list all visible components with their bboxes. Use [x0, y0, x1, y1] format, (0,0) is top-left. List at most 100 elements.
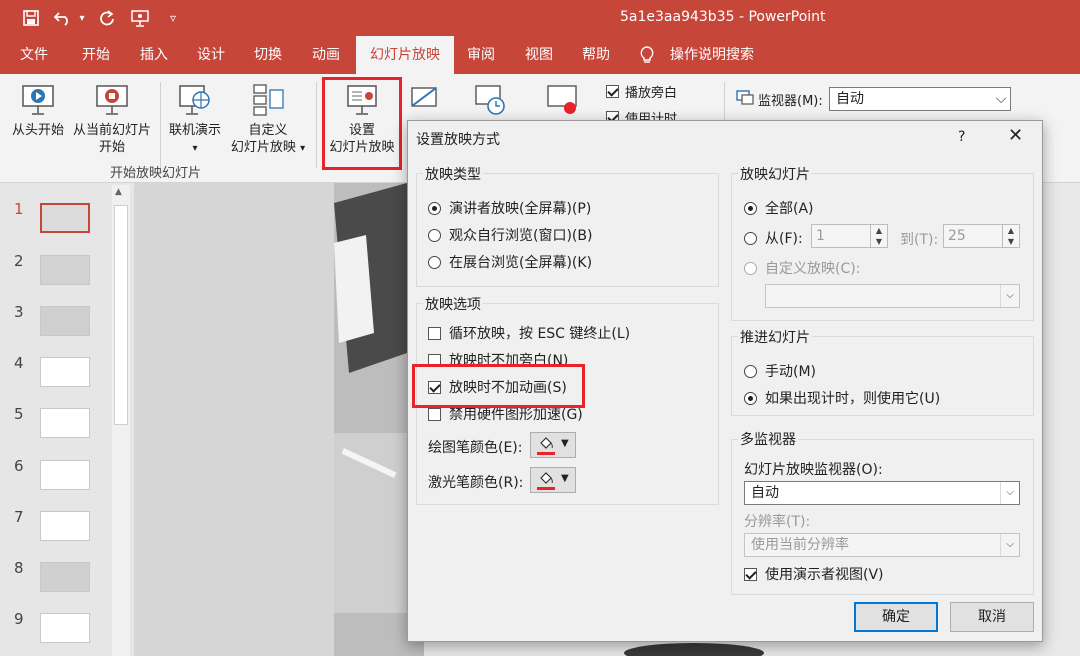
radio-button — [428, 201, 441, 215]
option-label: 使用演示者视图(V) — [765, 567, 884, 583]
option-label: 从(F): — [765, 231, 803, 247]
custom-show-dropdown[interactable]: ⌵ — [765, 284, 1020, 308]
radio-custom-show[interactable]: 自定义放映(C): — [744, 258, 860, 278]
slideshow-monitor-label: 幻灯片放映监视器(O): — [744, 462, 883, 478]
title-bar: ▾ ▿ 5a1e3aa943b35 - PowerPoint — [0, 0, 1080, 36]
group-label-start-show: 开始放映幻灯片 — [110, 166, 202, 181]
spinner-arrows-icon[interactable]: ▲ ▼ — [1002, 225, 1019, 247]
scrollbar-thumb[interactable] — [114, 205, 128, 425]
lightbulb-icon — [640, 36, 654, 74]
tab-insert[interactable]: 插入 — [140, 36, 168, 74]
tab-transitions[interactable]: 切换 — [254, 36, 282, 74]
customize-toolbar-icon[interactable]: ▿ — [166, 0, 180, 36]
radio-kiosk[interactable]: 在展台浏览(全屏幕)(K) — [428, 252, 592, 272]
undo-dropdown-icon[interactable]: ▾ — [76, 0, 88, 36]
tab-help[interactable]: 帮助 — [582, 36, 610, 74]
radio-manual-advance[interactable]: 手动(M) — [744, 361, 816, 381]
cancel-button[interactable]: 取消 — [950, 602, 1034, 632]
ribbon-divider — [160, 82, 161, 168]
play-narrations-checkbox[interactable]: 播放旁白 — [606, 82, 677, 101]
dropdown-arrow-icon: ▼ — [561, 438, 569, 449]
scroll-up-icon[interactable]: ▲ — [115, 187, 122, 197]
presenter-view-checkbox[interactable]: 使用演示者视图(V) — [744, 564, 884, 584]
present-icon[interactable] — [128, 0, 152, 36]
slide-thumbnail[interactable] — [40, 408, 90, 438]
from-current-button[interactable]: 从当前幻灯片 开始 — [70, 82, 154, 156]
slide-number: 3 — [14, 303, 24, 321]
from-slide-value: 1 — [816, 228, 825, 244]
highlight-box — [322, 77, 402, 170]
pen-color-button[interactable]: ▼ — [530, 432, 576, 458]
save-icon[interactable] — [20, 0, 42, 36]
radio-from-slides[interactable]: 从(F): — [744, 228, 803, 248]
from-slide-spinner[interactable]: 1 ▲ ▼ — [811, 224, 888, 248]
radio-use-timings[interactable]: 如果出现计时，则使用它(U) — [744, 388, 940, 408]
slideshow-monitor-dropdown[interactable]: 自动 ⌵ — [744, 481, 1020, 505]
spinner-arrows-icon[interactable]: ▲ ▼ — [870, 225, 887, 247]
tell-me-search[interactable]: 操作说明搜索 — [670, 36, 754, 74]
slide-thumbnail[interactable] — [40, 511, 90, 541]
custom-show-label-2: 幻灯片放映 — [230, 140, 296, 155]
from-current-label-1: 从当前幻灯片 — [72, 123, 151, 138]
undo-icon[interactable] — [52, 0, 74, 36]
laser-color-button[interactable]: ▼ — [530, 467, 576, 493]
option-label: 手动(M) — [765, 364, 817, 380]
radio-button — [744, 364, 757, 378]
radio-individual[interactable]: 观众自行浏览(窗口)(B) — [428, 225, 592, 245]
slide-thumbnail[interactable] — [40, 255, 90, 285]
group-title: 多监视器 — [738, 429, 798, 449]
tab-view[interactable]: 视图 — [525, 36, 553, 74]
close-icon[interactable]: ✕ — [1008, 125, 1023, 146]
dialog-title: 设置放映方式 — [416, 132, 500, 148]
tab-file[interactable]: 文件 — [20, 36, 48, 74]
ribbon-divider — [316, 82, 317, 168]
slide-thumbnail[interactable] — [40, 357, 90, 387]
online-present-label: 联机演示 — [168, 123, 221, 138]
custom-show-button[interactable]: 自定义 幻灯片放映 ▾ — [226, 82, 310, 157]
custom-show-label-1: 自定义 — [248, 123, 288, 138]
from-beginning-button[interactable]: 从头开始 — [8, 82, 68, 139]
slide-thumbnail[interactable] — [40, 562, 90, 592]
tab-review[interactable]: 审阅 — [467, 36, 495, 74]
chevron-down-icon: ⌵ — [1000, 285, 1019, 307]
online-present-arrow: ▾ — [192, 143, 198, 154]
redo-icon[interactable] — [96, 0, 118, 36]
slide-number: 8 — [14, 559, 24, 577]
option-label: 自定义放映(C): — [765, 261, 861, 277]
tab-design[interactable]: 设计 — [197, 36, 225, 74]
slide-number: 5 — [14, 405, 24, 423]
tab-slideshow[interactable]: 幻灯片放映 — [356, 36, 454, 74]
dropdown-arrow-icon: ▼ — [561, 473, 569, 484]
play-narrations-label: 播放旁白 — [625, 86, 678, 101]
ok-button[interactable]: 确定 — [854, 602, 938, 632]
radio-all-slides[interactable]: 全部(A) — [744, 198, 814, 218]
loop-checkbox[interactable]: 循环放映，按 ESC 键终止(L) — [428, 323, 630, 343]
slide-thumbnail-selected[interactable] — [40, 203, 90, 233]
slide-thumbnail[interactable] — [40, 613, 90, 643]
record-slideshow-button[interactable] — [540, 82, 584, 122]
tab-animations[interactable]: 动画 — [312, 36, 340, 74]
chevron-down-icon: ⌵ — [1000, 534, 1019, 556]
tab-home[interactable]: 开始 — [82, 36, 110, 74]
slide-thumbnail[interactable] — [40, 306, 90, 336]
radio-presenter[interactable]: 演讲者放映(全屏幕)(P) — [428, 198, 591, 218]
pen-color-label: 绘图笔颜色(E): — [428, 440, 523, 456]
rehearse-timings-button[interactable] — [468, 82, 512, 122]
group-title: 放映幻灯片 — [738, 164, 812, 184]
thumbnail-scrollbar[interactable]: ▲ — [112, 185, 130, 656]
resolution-dropdown[interactable]: 使用当前分辨率 ⌵ — [744, 533, 1020, 557]
slideshow-start-icon — [22, 85, 54, 115]
group-title: 放映类型 — [423, 164, 483, 184]
custom-show-arrow: ▾ — [300, 143, 306, 154]
hide-slide-button[interactable] — [404, 82, 444, 120]
help-button[interactable]: ? — [958, 129, 965, 145]
checkbox-box — [606, 85, 619, 98]
ribbon-monitor-dropdown[interactable]: 自动 ⌵ — [829, 87, 1011, 111]
option-label: 循环放映，按 ESC 键终止(L) — [449, 326, 631, 342]
slide-thumbnail[interactable] — [40, 460, 90, 490]
to-slide-spinner[interactable]: 25 ▲ ▼ — [943, 224, 1020, 248]
online-present-button[interactable]: 联机演示 ▾ — [165, 82, 225, 157]
group-title: 推进幻灯片 — [738, 327, 812, 347]
slide-number: 4 — [14, 354, 24, 372]
hide-slide-icon — [411, 87, 437, 107]
